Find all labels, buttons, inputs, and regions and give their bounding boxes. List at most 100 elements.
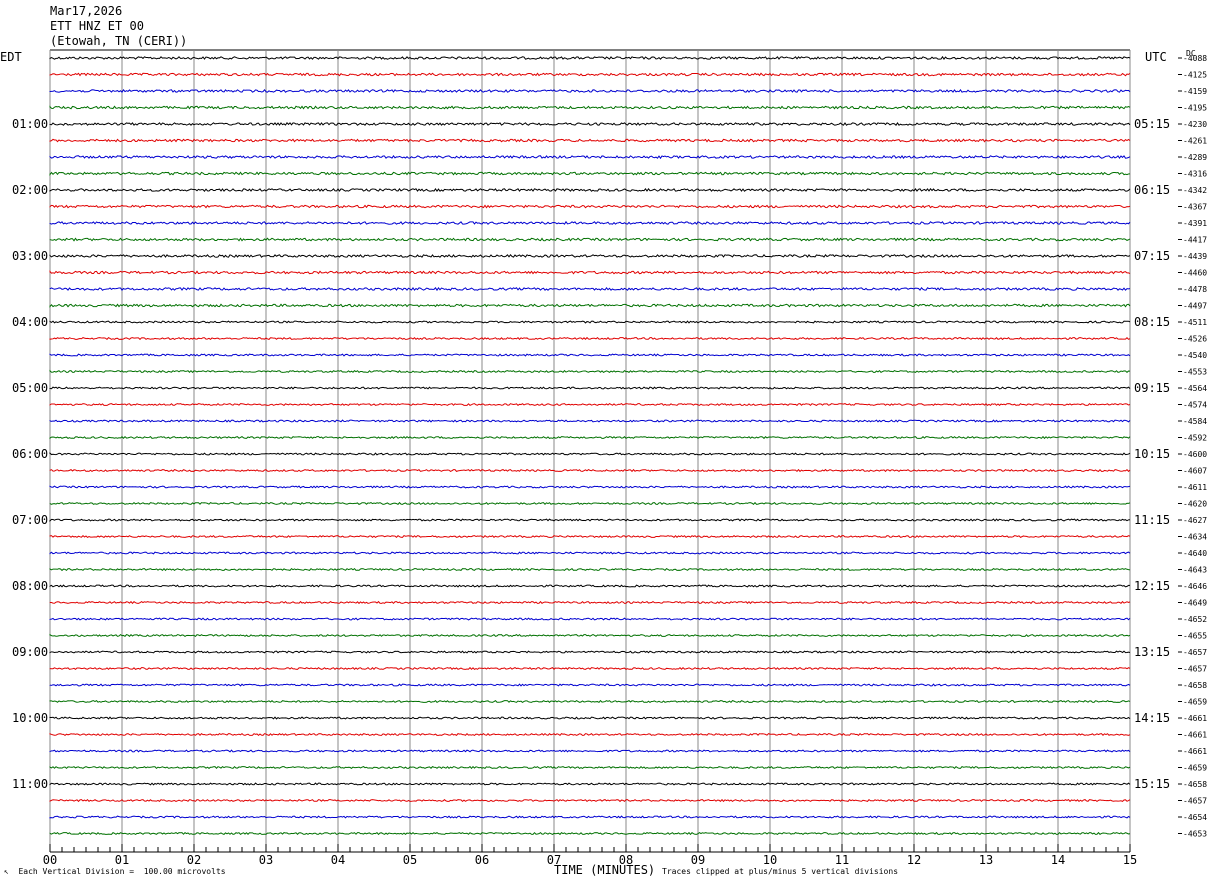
dc-offset-label: -4657 — [1183, 648, 1207, 657]
right-hour-label: 07:15 — [1134, 249, 1170, 263]
x-tick-label: 12 — [907, 853, 921, 867]
dc-offset-label: -4658 — [1183, 681, 1207, 690]
dc-offset-label: -4125 — [1183, 71, 1207, 80]
footer-mark: ↖ — [4, 867, 9, 876]
dc-offset-label: -4634 — [1183, 533, 1207, 542]
x-tick-label: 10 — [763, 853, 777, 867]
trace-line — [49, 732, 1131, 737]
x-tick-label: 11 — [835, 853, 849, 867]
left-hour-label: 04:00 — [12, 315, 48, 329]
trace-line — [49, 468, 1131, 473]
trace-line — [49, 320, 1131, 324]
trace-line — [49, 831, 1131, 836]
dc-offset-label: -4478 — [1183, 285, 1207, 294]
clip-note: Traces clipped at plus/minus 5 vertical … — [662, 867, 899, 876]
dc-offset-label: -4553 — [1183, 368, 1207, 377]
trace-line — [49, 171, 1131, 176]
scale-note-text: Each Vertical Division = 100.00 microvol… — [18, 867, 226, 876]
x-axis-title: TIME (MINUTES) — [554, 863, 656, 877]
trace-line — [49, 55, 1131, 60]
trace-line — [49, 220, 1131, 225]
dc-label: DC — [1186, 49, 1196, 58]
trace-line — [49, 485, 1131, 489]
x-tick-label: 14 — [1051, 853, 1065, 867]
trace-line — [49, 336, 1131, 341]
trace-line — [49, 798, 1131, 803]
x-tick-label: 09 — [691, 853, 705, 867]
dc-offset-label: -4627 — [1183, 516, 1207, 525]
dc-offset-label: -4640 — [1183, 549, 1207, 558]
x-tick-label: 03 — [259, 853, 273, 867]
left-hour-label: 10:00 — [12, 711, 48, 725]
dc-offset-label: -4316 — [1183, 170, 1207, 179]
trace-line — [49, 303, 1131, 308]
dc-offset-label: -4584 — [1183, 417, 1207, 426]
dc-offset-label: -4195 — [1183, 104, 1207, 113]
dc-offset-label: -4600 — [1183, 450, 1207, 459]
dc-offset-label: -4342 — [1183, 186, 1207, 195]
right-hour-label: 05:15 — [1134, 117, 1170, 131]
trace-line — [49, 187, 1131, 192]
footer-scale-note: ↖ Each Vertical Division = 100.00 microv… — [4, 867, 226, 876]
x-tick-label: 05 — [403, 853, 417, 867]
dc-offset-label: -4511 — [1183, 318, 1207, 327]
trace-line — [49, 88, 1131, 93]
left-hour-label: 08:00 — [12, 579, 48, 593]
trace-line — [49, 386, 1131, 390]
x-tick-label: 02 — [187, 853, 201, 867]
dc-offset-label: -4526 — [1183, 335, 1207, 344]
dc-offset-label: -4460 — [1183, 269, 1207, 278]
trace-line — [49, 122, 1131, 126]
trace-line — [49, 402, 1131, 407]
right-hour-label: 15:15 — [1134, 777, 1170, 791]
dc-offset-label: -4289 — [1183, 153, 1207, 162]
left-hour-label: 06:00 — [12, 447, 48, 461]
trace-line — [49, 683, 1131, 687]
dc-offset-label: -4391 — [1183, 219, 1207, 228]
trace-line — [49, 154, 1131, 160]
left-hour-label: 07:00 — [12, 513, 48, 527]
dc-offset-label: -4659 — [1183, 764, 1207, 773]
dc-offset-label: -4653 — [1183, 830, 1207, 839]
trace-line — [49, 501, 1131, 506]
dc-offset-label: -4230 — [1183, 120, 1207, 129]
left-hour-label: 03:00 — [12, 249, 48, 263]
trace-line — [49, 105, 1131, 110]
dc-offset-label: -4661 — [1183, 731, 1207, 740]
trace-line — [49, 369, 1131, 374]
trace-line — [49, 765, 1131, 770]
x-tick-label: 01 — [115, 853, 129, 867]
left-timezone-label: EDT — [0, 50, 22, 64]
trace-line — [49, 237, 1131, 242]
trace-line — [49, 716, 1131, 720]
dc-offset-label: -4620 — [1183, 500, 1207, 509]
trace-line — [49, 633, 1131, 638]
left-hour-label: 05:00 — [12, 381, 48, 395]
dc-offset-label: -4655 — [1183, 632, 1207, 641]
dc-offset-label: -4564 — [1183, 384, 1207, 393]
dc-offset-label: -4592 — [1183, 434, 1207, 443]
dc-offset-label: -4417 — [1183, 236, 1207, 245]
trace-line — [49, 435, 1131, 440]
dc-offset-label: -4652 — [1183, 615, 1207, 624]
right-hour-label: 13:15 — [1134, 645, 1170, 659]
right-hour-label: 12:15 — [1134, 579, 1170, 593]
trace-line — [49, 666, 1131, 671]
left-hour-label: 09:00 — [12, 645, 48, 659]
dc-offset-label: -4661 — [1183, 714, 1207, 723]
dc-offset-label: -4159 — [1183, 87, 1207, 96]
x-tick-label: 00 — [43, 853, 57, 867]
dc-offset-label: -4574 — [1183, 401, 1207, 410]
trace-line — [49, 534, 1131, 539]
trace-line — [49, 253, 1131, 258]
x-tick-label: 15 — [1123, 853, 1137, 867]
dc-offset-label: -4659 — [1183, 698, 1207, 707]
trace-line — [49, 699, 1131, 704]
dc-offset-label: -4643 — [1183, 566, 1207, 575]
right-hour-label: 14:15 — [1134, 711, 1170, 725]
dc-offset-label: -4649 — [1183, 599, 1207, 608]
right-hour-label: 08:15 — [1134, 315, 1170, 329]
dc-offset-label: -4261 — [1183, 137, 1207, 146]
trace-line — [49, 584, 1131, 588]
dc-offset-label: -4497 — [1183, 302, 1207, 311]
